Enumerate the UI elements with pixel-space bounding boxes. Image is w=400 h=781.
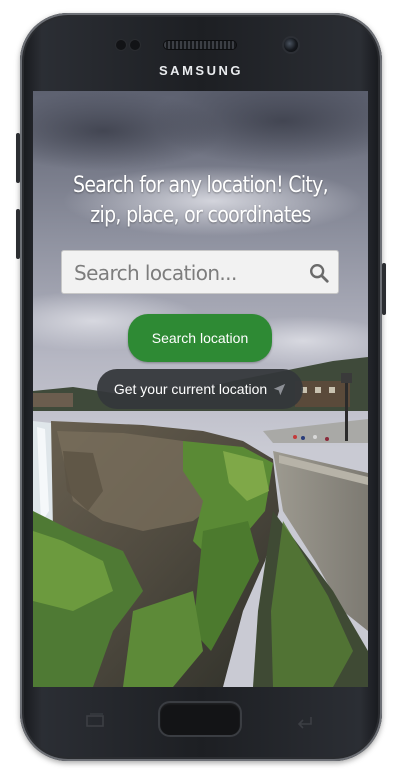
proximity-sensor xyxy=(116,40,126,50)
page-headline: Search for any location! City, zip, plac… xyxy=(73,173,329,228)
back-arrow-icon[interactable] xyxy=(294,713,316,729)
volume-down-button xyxy=(16,209,20,259)
volume-up-button xyxy=(16,133,20,183)
search-location-label: Search location xyxy=(151,330,249,346)
navigation-arrow-icon xyxy=(273,383,286,395)
home-button[interactable] xyxy=(160,703,240,735)
app-screen: Search for any location! City, zip, plac… xyxy=(33,91,368,687)
recent-apps-icon[interactable] xyxy=(84,713,106,729)
search-field[interactable] xyxy=(61,250,339,294)
power-button xyxy=(382,263,386,315)
light-sensor xyxy=(130,40,140,50)
current-location-label: Get your current location xyxy=(113,381,268,397)
search-input[interactable] xyxy=(72,255,301,291)
earpiece-speaker xyxy=(164,41,236,49)
phone-frame: SAMSUNG Search for any location! City, z… xyxy=(16,13,386,761)
brand-logo: SAMSUNG xyxy=(159,63,243,78)
search-icon[interactable] xyxy=(308,262,330,284)
front-camera xyxy=(284,38,298,52)
current-location-button[interactable]: Get your current location xyxy=(97,369,303,409)
search-location-button[interactable]: Search location xyxy=(128,314,272,362)
